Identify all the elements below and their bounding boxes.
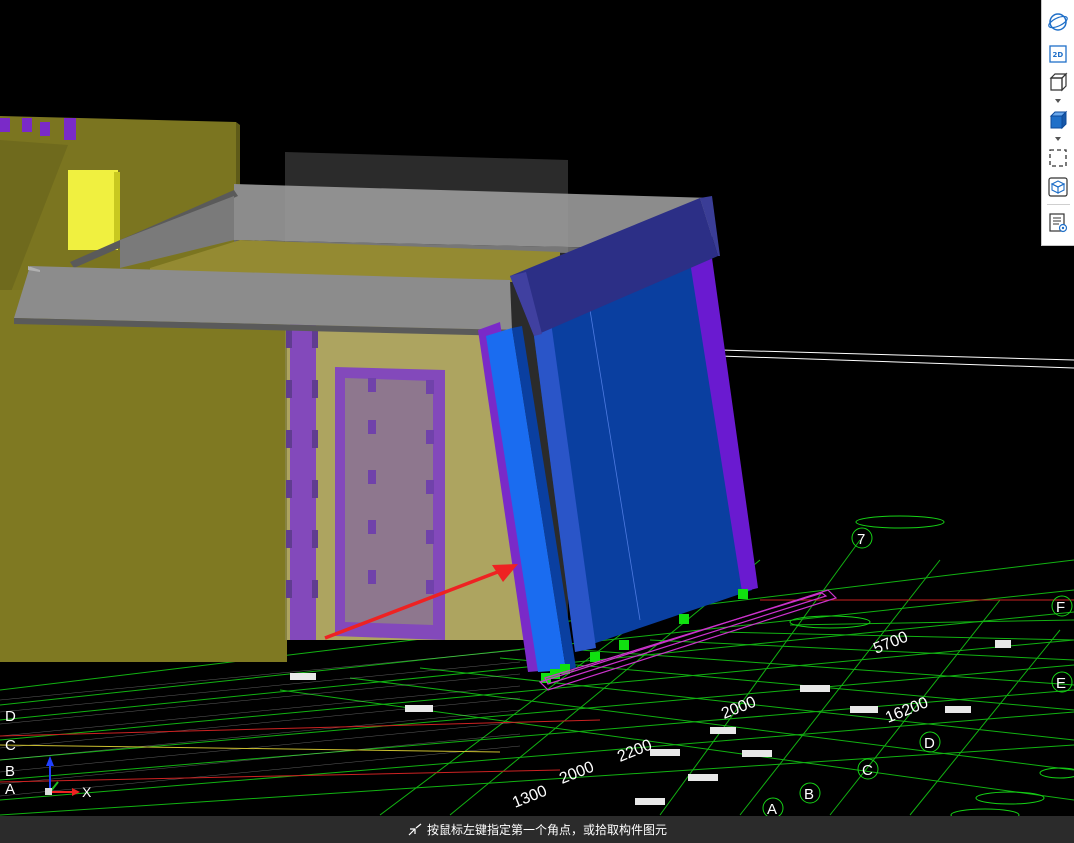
properties-list-icon <box>1049 213 1068 233</box>
axis-x-label: X <box>82 784 92 800</box>
view-toolbar: 2D <box>1041 0 1074 246</box>
svg-text:D: D <box>5 708 16 725</box>
svg-text:2D: 2D <box>1053 51 1064 59</box>
selection-box-icon <box>1049 149 1067 167</box>
3d-viewport[interactable]: F E D C B A 7 D C B A 5700 16200 2000 22… <box>0 0 1074 843</box>
grid-axis-labels-left: D C B A <box>5 708 16 798</box>
2d-view-icon: 2D <box>1049 45 1067 63</box>
svg-text:F: F <box>1056 599 1065 616</box>
svg-text:E: E <box>1056 675 1066 692</box>
svg-text:C: C <box>5 737 16 754</box>
orbit-button[interactable] <box>1046 10 1070 34</box>
view-3d-dropdown-icon[interactable] <box>1052 97 1064 105</box>
orbit-icon <box>1048 13 1068 31</box>
view-3d-button[interactable] <box>1046 70 1070 94</box>
corner-select-icon <box>408 823 422 835</box>
status-bar: 按鼠标左键指定第一个角点，或拾取构件图元 <box>0 816 1074 843</box>
svg-text:B: B <box>5 763 15 780</box>
toolbar-separator <box>1047 204 1070 205</box>
3d-view-icon <box>1049 72 1068 92</box>
shaded-view-dropdown-icon[interactable] <box>1052 135 1064 143</box>
svg-text:7: 7 <box>857 531 865 548</box>
component-cube-icon <box>1048 177 1068 197</box>
component-view-button[interactable] <box>1046 175 1070 199</box>
svg-text:A: A <box>5 781 15 798</box>
shaded-view-button[interactable] <box>1046 108 1070 132</box>
status-message: 按鼠标左键指定第一个角点，或拾取构件图元 <box>426 823 667 837</box>
svg-text:D: D <box>924 735 935 752</box>
shaded-view-icon <box>1049 110 1068 130</box>
view-2d-button[interactable]: 2D <box>1046 42 1070 66</box>
selection-box-button[interactable] <box>1046 146 1070 170</box>
svg-text:B: B <box>804 786 814 803</box>
properties-list-button[interactable] <box>1046 211 1070 235</box>
svg-text:C: C <box>862 762 873 779</box>
